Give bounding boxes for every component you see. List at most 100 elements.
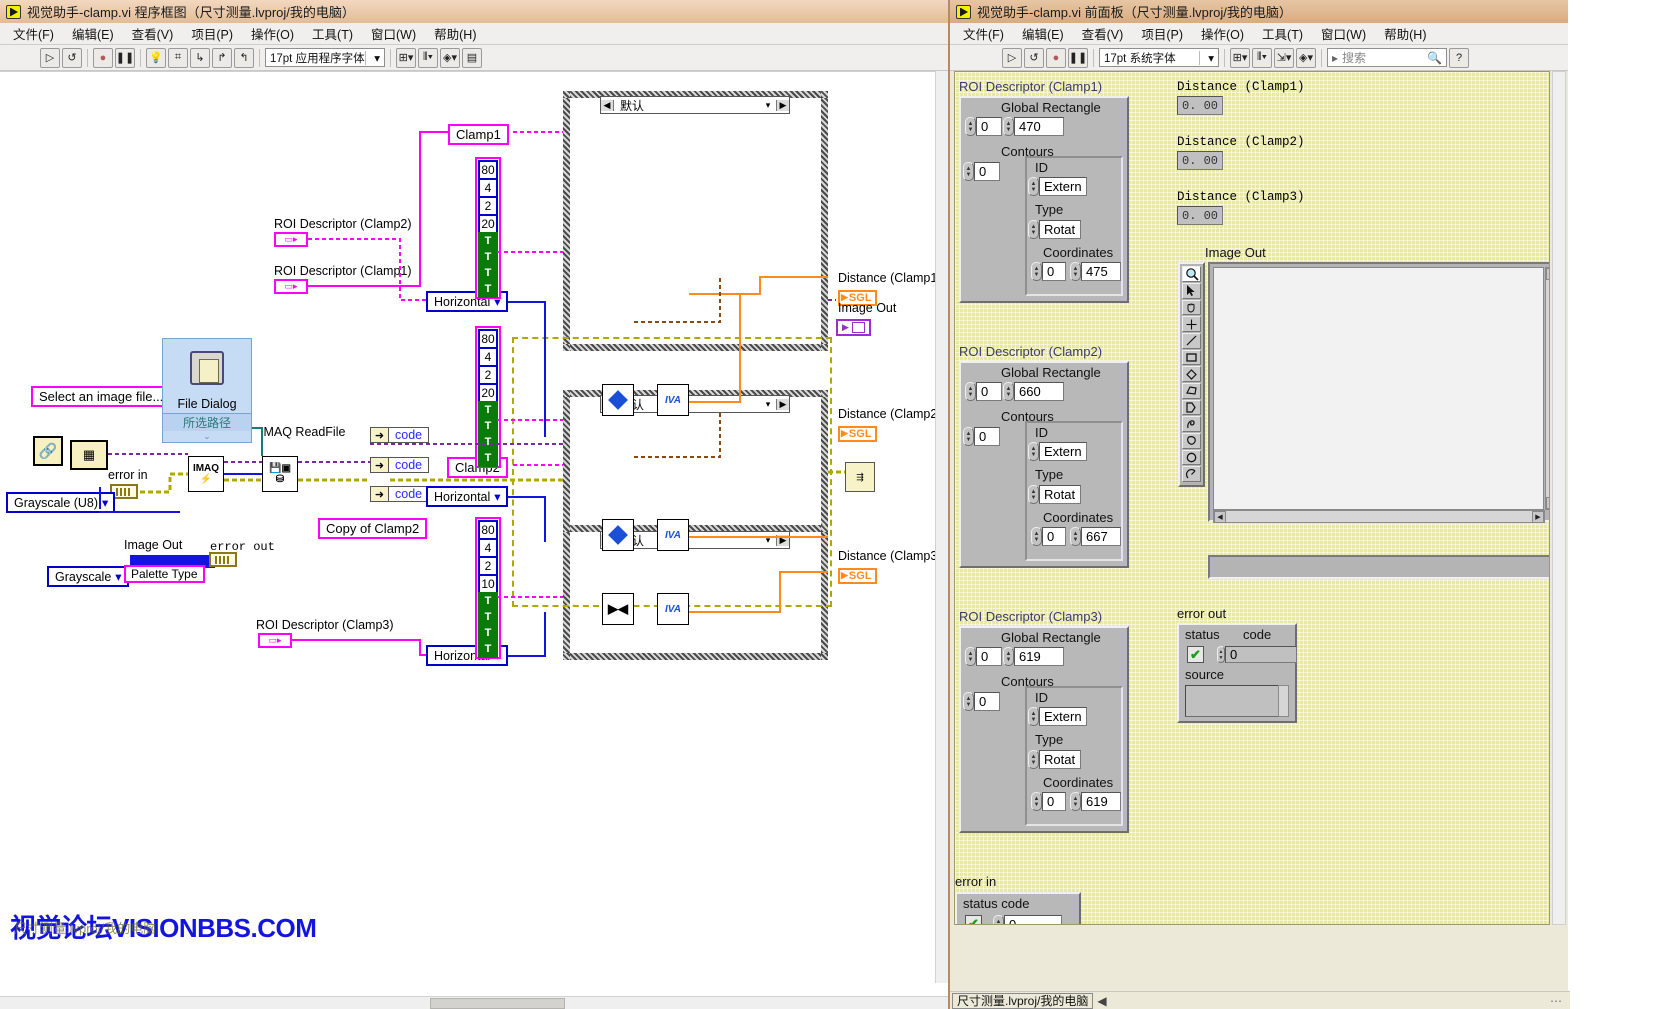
spinner-up-down-icon[interactable]: ▲▼ (1031, 262, 1042, 281)
roi1-contours-index[interactable]: ▲▼ 0 (963, 162, 1000, 181)
fp-align-objects-button[interactable]: ⊞▾ (1230, 48, 1250, 68)
fp-menu-view[interactable]: 查看(V) (1073, 22, 1133, 45)
roi1-coord-index[interactable]: ▲▼ 0 (1031, 262, 1066, 281)
roi2-id-box[interactable]: ▲▼ Extern (1028, 442, 1087, 461)
copy-of-clamp2-constant[interactable]: Copy of Clamp2 (318, 518, 427, 539)
front-panel-vertical-scrollbar[interactable] (1552, 71, 1566, 925)
fp-resize-objects-button[interactable]: ⇲▾ (1274, 48, 1294, 68)
measure-node-1[interactable] (602, 384, 634, 416)
search-box[interactable]: ▸ 搜索 🔍 (1327, 48, 1447, 67)
run-continuously-button[interactable]: ↺ (62, 48, 82, 68)
roi2-global-rect-value[interactable]: 660 (1014, 382, 1064, 401)
pause-button[interactable]: ❚❚ (115, 48, 135, 68)
roi2-type-value[interactable]: Rotat (1039, 485, 1081, 504)
wrench-chain-icon[interactable]: 🔗 (33, 436, 63, 466)
freehand-region-icon[interactable] (1182, 466, 1201, 482)
array-constant-3[interactable]: 80 4 2 10 T T T T (475, 517, 501, 659)
chevron-down-icon[interactable]: ▾ (115, 570, 121, 584)
context-help-button[interactable]: ? (1449, 48, 1469, 68)
iva-node-2[interactable]: IVA (657, 519, 689, 551)
horizontal-constant-2[interactable]: Horizontal▾ (426, 486, 508, 507)
scroll-down-arrow-icon[interactable]: ▼ (1546, 497, 1550, 509)
chevron-down-icon[interactable]: ▾ (1199, 51, 1214, 65)
spinner-up-down-icon[interactable]: ▲▼ (965, 117, 976, 136)
bundle-node[interactable]: ⇶ (845, 462, 875, 492)
roi2-global-rect-index[interactable]: ▲▼ 0 (965, 382, 1002, 401)
front-panel-menubar[interactable]: 文件(F) 编辑(E) 查看(V) 项目(P) 操作(O) 工具(T) 窗口(W… (950, 23, 1568, 45)
distribute-objects-button[interactable]: ⫴▾ (418, 48, 438, 68)
roi1-global-rect-value-box[interactable]: ▲▼ 470 (1003, 117, 1064, 136)
spinner-up-down-icon[interactable]: ▲▼ (1028, 220, 1039, 239)
chevron-down-icon[interactable]: ▾ (102, 496, 108, 510)
align-objects-button[interactable]: ⊞▾ (396, 48, 416, 68)
menu-help[interactable]: 帮助(H) (425, 22, 485, 45)
fp-reorder-button[interactable]: ◈▾ (1296, 48, 1316, 68)
magnifier-icon[interactable]: 🔍 (1427, 51, 1442, 65)
roi2-coord-index[interactable]: ▲▼ 0 (1031, 527, 1066, 546)
image-horizontal-scrollbar[interactable]: ◀ ▶ (1213, 510, 1545, 523)
image-display-canvas[interactable] (1213, 267, 1544, 510)
distance-clamp2-terminal[interactable]: ▶SGL (838, 423, 877, 442)
abort-button[interactable]: ● (93, 48, 113, 68)
distance-clamp3-terminal[interactable]: ▶SGL (838, 565, 877, 584)
file-dialog-node[interactable]: File Dialog 所选路径 ⌄ (162, 338, 252, 443)
spinner-up-down-icon[interactable]: ▲▼ (1031, 527, 1042, 546)
block-diagram-vertical-scrollbar[interactable] (935, 71, 948, 983)
polygon-icon[interactable] (1182, 383, 1201, 399)
roi3-global-rect-value-box[interactable]: ▲▼ 619 (1003, 647, 1064, 666)
spinner-up-down-icon[interactable]: ▲▼ (965, 382, 976, 401)
fp-pause-button[interactable]: ❚❚ (1068, 48, 1088, 68)
roi3-coord-value[interactable]: 619 (1081, 792, 1121, 811)
roi2-coord-value[interactable]: 667 (1081, 527, 1121, 546)
cleanup-diagram-button[interactable]: ▤ (462, 48, 482, 68)
chevron-down-icon[interactable]: ▾ (365, 51, 380, 65)
roi3-type-value[interactable]: Rotat (1039, 750, 1081, 769)
spinner-up-down-icon[interactable]: ▲▼ (963, 162, 974, 181)
roi1-global-rect-index-value[interactable]: 0 (976, 117, 1002, 136)
run-button[interactable]: ▷ (40, 48, 60, 68)
rectangle-icon[interactable] (1182, 350, 1201, 366)
spinner-up-down-icon[interactable]: ▲▼ (1070, 792, 1081, 811)
roi3-contours-index-value[interactable]: 0 (974, 692, 1000, 711)
fp-menu-edit[interactable]: 编辑(E) (1013, 22, 1073, 45)
fp-distribute-objects-button[interactable]: ⫴▾ (1252, 48, 1272, 68)
select-image-file-constant[interactable]: Select an image file... (31, 386, 171, 407)
image-out-terminal-bd[interactable]: ▶ (836, 317, 871, 336)
spinner-up-down-icon[interactable]: ▲▼ (1028, 442, 1039, 461)
fp-menu-operate[interactable]: 操作(O) (1192, 22, 1253, 45)
roi2-type-box[interactable]: ▲▼ Rotat (1028, 485, 1081, 504)
roi-clamp2-terminal[interactable]: ▭▸ (274, 232, 308, 247)
step-over-button[interactable]: ↱ (212, 48, 232, 68)
roi1-contours-index-value[interactable]: 0 (974, 162, 1000, 181)
roi3-coord-index-value[interactable]: 0 (1042, 792, 1066, 811)
roi2-contours-index[interactable]: ▲▼ 0 (963, 427, 1000, 446)
highlight-execution-button[interactable]: 💡 (146, 48, 166, 68)
code-box-3[interactable]: ➜ code (370, 486, 429, 502)
roi3-global-rect-value[interactable]: 619 (1014, 647, 1064, 666)
roi3-coord-value-box[interactable]: ▲▼ 619 (1070, 792, 1121, 811)
error-in-code-value[interactable]: 0 (1004, 915, 1062, 925)
roi-clamp1-terminal[interactable]: ▭▸ (274, 279, 308, 294)
menu-window[interactable]: 窗口(W) (362, 22, 425, 45)
roi1-id-box[interactable]: ▲▼ Extern (1028, 177, 1087, 196)
case-prev-arrow-icon[interactable]: ◀ (601, 100, 614, 111)
line-icon[interactable] (1182, 333, 1201, 349)
spinner-up-down-icon[interactable]: ▲▼ (993, 915, 1004, 925)
menu-view[interactable]: 查看(V) (123, 22, 183, 45)
crosshair-icon[interactable] (1182, 316, 1201, 332)
error-in-status-checkbox[interactable]: ✔ (965, 915, 982, 925)
error-out-terminal[interactable] (209, 552, 237, 567)
roi-clamp3-terminal[interactable]: ▭▸ (258, 633, 292, 648)
roi3-coord-index[interactable]: ▲▼ 0 (1031, 792, 1066, 811)
case-selector-1[interactable]: ◀ 默认 ▾ ▶ (600, 96, 790, 114)
fp-menu-help[interactable]: 帮助(H) (1375, 22, 1435, 45)
freehand-icon[interactable] (1182, 416, 1201, 432)
menu-edit[interactable]: 编辑(E) (63, 22, 123, 45)
front-panel-toolbar[interactable]: ▷ ↺ ● ❚❚ 17pt 系统字体 ▾ ⊞▾ ⫴▾ ⇲▾ ◈▾ ▸ 搜索 🔍 … (950, 45, 1568, 71)
spinner-up-down-icon[interactable]: ▲▼ (1028, 750, 1039, 769)
spinner-up-down-icon[interactable]: ▲▼ (965, 647, 976, 666)
roi3-id-value[interactable]: Extern (1039, 707, 1087, 726)
iva-node-1[interactable]: IVA (657, 384, 689, 416)
roi2-global-rect-value-box[interactable]: ▲▼ 660 (1003, 382, 1064, 401)
roi2-coord-value-box[interactable]: ▲▼ 667 (1070, 527, 1121, 546)
